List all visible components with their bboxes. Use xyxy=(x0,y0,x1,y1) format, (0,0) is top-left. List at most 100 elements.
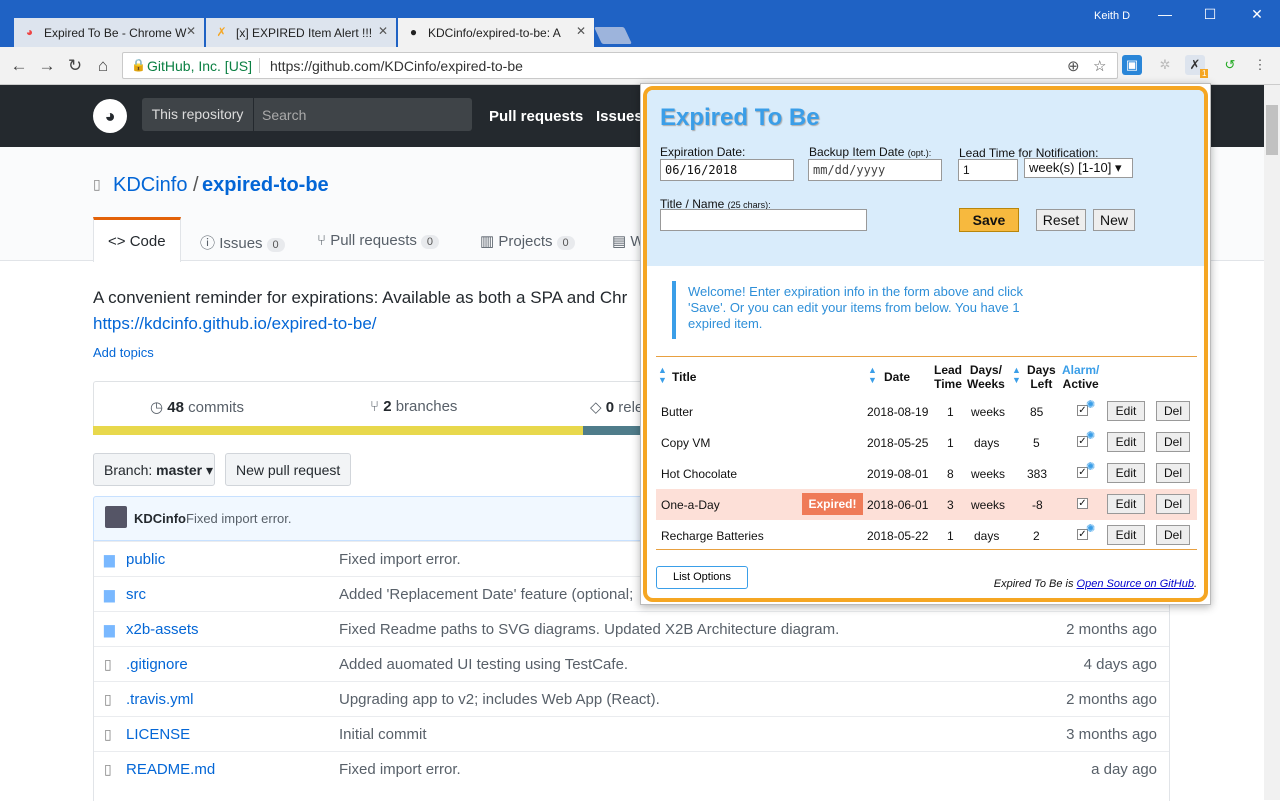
sort-days-left-icon[interactable]: ▲ ▼ xyxy=(1012,365,1021,385)
tab-github[interactable]: ● KDCinfo/expired-to-be: A ✕ xyxy=(398,18,594,47)
search-input[interactable]: Search xyxy=(262,107,306,123)
address-bar[interactable]: 🔒 GitHub, Inc. [US] https://github.com/K… xyxy=(122,52,1118,79)
edit-button[interactable]: Edit xyxy=(1107,432,1145,452)
reset-button[interactable]: Reset xyxy=(1036,209,1086,231)
commit-author[interactable]: KDCinfo xyxy=(134,511,186,526)
menu-icon[interactable]: ⋮ xyxy=(1250,55,1270,75)
save-button[interactable]: Save xyxy=(959,208,1019,232)
scrollbar-thumb[interactable] xyxy=(1266,105,1278,155)
alarm-active-checkbox[interactable]: ✓ xyxy=(1077,498,1088,509)
edit-button[interactable]: Edit xyxy=(1107,525,1145,545)
file-commit-message[interactable]: Fixed import error. xyxy=(339,551,461,568)
col-alarm-active[interactable]: Alarm/Active xyxy=(1062,363,1099,391)
sort-date-icon[interactable]: ▲ ▼ xyxy=(868,365,877,385)
add-topics-link[interactable]: Add topics xyxy=(93,345,154,360)
nav-pull-requests[interactable]: Pull requests xyxy=(489,108,583,125)
branches-stat[interactable]: ⑂ 2 branches xyxy=(370,398,457,415)
tab-title: KDCinfo/expired-to-be: A xyxy=(428,25,561,40)
extension-popup: Expired To Be Expiration Date: 06/16/201… xyxy=(640,83,1211,605)
edit-button[interactable]: Edit xyxy=(1107,494,1145,514)
commits-stat[interactable]: ◷ 48 commits xyxy=(150,398,244,416)
edit-button[interactable]: Edit xyxy=(1107,401,1145,421)
repo-homepage-link[interactable]: https://kdcinfo.github.io/expired-to-be/ xyxy=(93,314,377,334)
repo-icon: ▯ xyxy=(93,176,101,192)
delete-button[interactable]: Del xyxy=(1156,432,1190,452)
close-tab-icon[interactable]: ✕ xyxy=(576,24,586,38)
list-options-button[interactable]: List Options xyxy=(656,566,748,589)
new-pull-request-button[interactable]: New pull request xyxy=(225,453,351,486)
title-input[interactable] xyxy=(660,209,867,231)
file-name-link[interactable]: src xyxy=(126,586,146,603)
file-commit-message[interactable]: Upgrading app to v2; includes Web App (R… xyxy=(339,691,660,708)
edit-button[interactable]: Edit xyxy=(1107,463,1145,483)
close-tab-icon[interactable]: ✕ xyxy=(378,24,388,38)
repo-name-link[interactable]: expired-to-be xyxy=(202,174,329,197)
tab-issues[interactable]: ⓘ Issues 0 xyxy=(200,217,285,261)
file-name-link[interactable]: .travis.yml xyxy=(126,691,194,708)
lead-time-input[interactable]: 1 xyxy=(958,159,1018,181)
col-days-weeks: Days/Weeks xyxy=(967,363,1005,391)
new-button[interactable]: New xyxy=(1093,209,1135,231)
reload-icon[interactable]: ↻ xyxy=(64,56,86,76)
back-icon[interactable]: ← xyxy=(8,56,30,76)
user-profile[interactable]: Keith D xyxy=(1094,10,1130,22)
maximize-icon[interactable]: ☐ xyxy=(1195,6,1225,23)
expiration-date-input[interactable]: 06/16/2018 xyxy=(660,159,794,181)
github-logo-icon[interactable]: ◕ xyxy=(93,99,127,133)
col-days-left[interactable]: Days Left xyxy=(1027,363,1056,391)
item-title: Copy VM xyxy=(661,436,711,450)
bookmark-star-icon[interactable]: ☆ xyxy=(1093,57,1106,75)
delete-button[interactable]: Del xyxy=(1156,463,1190,483)
item-date: 2018-05-25 xyxy=(867,436,929,450)
delete-button[interactable]: Del xyxy=(1156,525,1190,545)
extension-gear-icon[interactable]: ✲ xyxy=(1155,55,1175,75)
col-title[interactable]: Title xyxy=(672,370,696,384)
tab-pull-requests[interactable]: ⑂ Pull requests 0 xyxy=(317,217,440,261)
home-icon[interactable]: ⌂ xyxy=(92,56,114,76)
lead-unit-select[interactable]: week(s) [1-10] ▾ xyxy=(1024,158,1133,178)
close-window-icon[interactable]: ✕ xyxy=(1242,6,1272,23)
file-commit-message[interactable]: Fixed Readme paths to SVG diagrams. Upda… xyxy=(339,621,839,638)
avatar[interactable] xyxy=(105,506,127,528)
item-row: Hot Chocolate 2019-08-01 8 weeks 383 ✓ ✺ … xyxy=(656,458,1197,489)
backup-date-input[interactable]: mm/dd/yyyy xyxy=(808,159,942,181)
forward-icon[interactable]: → xyxy=(36,56,58,76)
file-name-link[interactable]: README.md xyxy=(126,761,215,778)
minimize-icon[interactable]: — xyxy=(1150,6,1180,22)
search-box[interactable]: This repository Search xyxy=(142,98,472,131)
tab-expired-alert[interactable]: ✗ [x] EXPIRED Item Alert !!! ✕ xyxy=(206,18,396,47)
repo-owner-link[interactable]: KDCinfo xyxy=(113,174,187,197)
popup-footer: Expired To Be is Open Source on GitHub. xyxy=(993,578,1197,590)
file-commit-message[interactable]: Fixed import error. xyxy=(339,761,461,778)
file-name-link[interactable]: x2b-assets xyxy=(126,621,199,638)
file-name-link[interactable]: .gitignore xyxy=(126,656,188,673)
alarm-icon: ✺ xyxy=(1086,399,1096,411)
url-text[interactable]: https://github.com/KDCinfo/expired-to-be xyxy=(270,58,523,74)
nav-issues[interactable]: Issues xyxy=(596,108,643,125)
close-tab-icon[interactable]: ✕ xyxy=(186,24,196,38)
item-title: One-a-Day xyxy=(661,498,720,512)
file-commit-message[interactable]: Added 'Replacement Date' feature (option… xyxy=(339,586,633,603)
delete-button[interactable]: Del xyxy=(1156,401,1190,421)
tab-chrome-webstore[interactable]: ◕ Expired To Be - Chrome W ✕ xyxy=(14,18,204,47)
github-source-link[interactable]: Open Source on GitHub xyxy=(1077,578,1194,590)
tab-code[interactable]: <> Code xyxy=(93,217,181,262)
delete-button[interactable]: Del xyxy=(1156,494,1190,514)
new-tab-button[interactable] xyxy=(594,27,632,44)
col-date[interactable]: Date xyxy=(884,370,910,384)
extension-icon[interactable]: ▣ xyxy=(1122,55,1142,75)
file-name-link[interactable]: LICENSE xyxy=(126,726,190,743)
file-commit-message[interactable]: Initial commit xyxy=(339,726,427,743)
releases-stat[interactable]: ◇ 0 rele xyxy=(590,398,643,416)
tab-projects[interactable]: ▥ Projects 0 xyxy=(480,217,575,261)
file-row: ▆ x2b-assets Fixed Readme paths to SVG d… xyxy=(94,611,1169,646)
file-commit-message[interactable]: Added auomated UI testing using TestCafe… xyxy=(339,656,628,673)
sort-title-icon[interactable]: ▲ ▼ xyxy=(658,365,667,385)
zoom-icon[interactable]: ⊕ xyxy=(1067,57,1080,75)
grammarly-icon[interactable]: ↺ xyxy=(1220,55,1240,75)
tab-title: Expired To Be - Chrome W xyxy=(44,25,187,40)
commit-message[interactable]: Fixed import error. xyxy=(186,511,291,526)
branch-select-button[interactable]: Branch: master ▾ xyxy=(93,453,215,486)
page-scrollbar[interactable] xyxy=(1264,85,1280,800)
file-name-link[interactable]: public xyxy=(126,551,165,568)
